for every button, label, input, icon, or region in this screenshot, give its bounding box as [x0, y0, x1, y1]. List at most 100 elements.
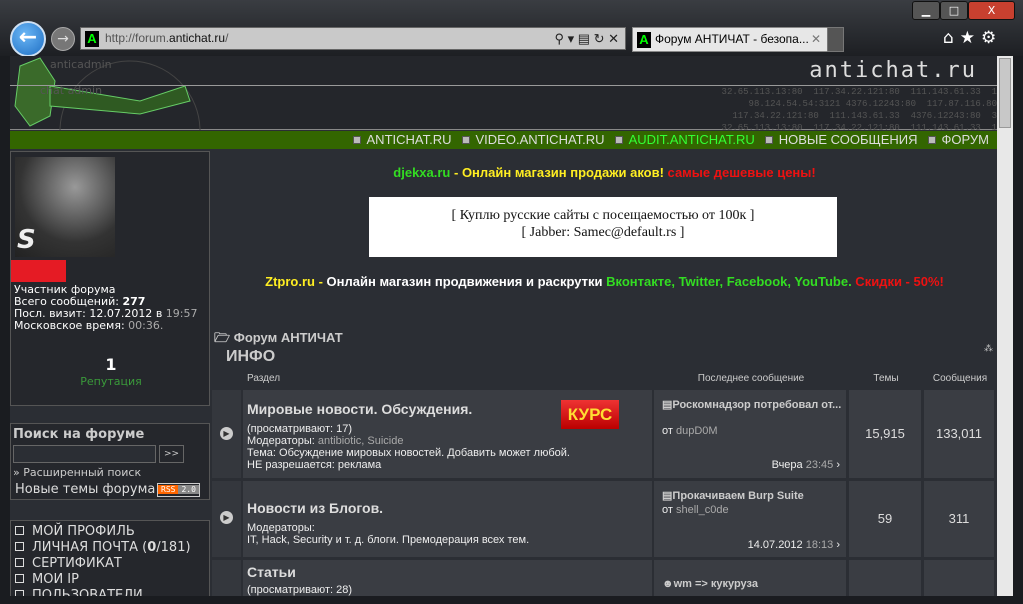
menu-item[interactable]: МОЙ ПРОФИЛЬ: [11, 524, 209, 540]
browser-chrome: ▁ □ X ← → A http://forum.antichat.ru/ ⚲ …: [0, 0, 1023, 57]
nav-item[interactable]: ФОРУМ: [927, 132, 989, 147]
username-badge: [11, 260, 66, 282]
last-post-time: 23:45: [805, 459, 834, 471]
last-post-title[interactable]: Роскомнадзор потребовал от...: [672, 399, 841, 411]
minimize-button[interactable]: ▁: [912, 1, 940, 20]
avatar-letter: S: [17, 225, 36, 255]
ad-box-line1: [ Куплю русские сайты с посещаемостью от…: [451, 208, 755, 223]
nav-label: VIDEO.ANTICHAT.RU: [475, 132, 605, 147]
nav-item[interactable]: AUDIT.ANTICHAT.RU: [614, 132, 755, 147]
url-suffix: /: [225, 31, 229, 45]
search-box: Поиск на форуме >> » Расширенный поиск Н…: [10, 423, 210, 500]
menu-item[interactable]: СЕРТИФИКАТ: [11, 556, 209, 572]
last-post-date: Вчера: [771, 459, 803, 471]
close-window-button[interactable]: X: [968, 1, 1015, 20]
ad1-site: djekxa.ru: [393, 165, 451, 180]
new-topics-link[interactable]: Новые темы форума: [15, 482, 155, 497]
new-tab-button[interactable]: [827, 27, 844, 52]
nav-bullet-icon: [614, 136, 623, 144]
forum-title[interactable]: Новости из Блогов.: [247, 500, 383, 516]
breadcrumb-label: Форум АНТИЧАТ: [233, 330, 343, 345]
nav-label: AUDIT.ANTICHAT.RU: [628, 132, 755, 147]
nav-bullet-icon: [352, 136, 361, 144]
address-bar[interactable]: A http://forum.antichat.ru/ ⚲ ▾ ▤ ↻ ✕: [80, 27, 626, 50]
reputation-label: Репутация: [80, 375, 142, 388]
nav-label: ANTICHAT.RU: [366, 132, 452, 147]
ad-djekxa[interactable]: djekxa.ru - Онлайн магазин продажи аков!…: [212, 165, 997, 180]
search-input[interactable]: [13, 445, 156, 463]
mods-label: Модераторы:: [247, 522, 315, 534]
back-button[interactable]: ←: [10, 21, 46, 57]
tab-favicon: A: [637, 32, 651, 48]
ad1-red: самые дешевые цены!: [663, 165, 816, 180]
user-avatar[interactable]: S: [15, 157, 115, 257]
from-label: от: [662, 504, 673, 516]
ad-banner-sites[interactable]: [ Куплю русские сайты с посещаемостью от…: [369, 197, 837, 257]
category-title[interactable]: ИНФО: [226, 348, 275, 366]
tab-title: Форум АНТИЧАТ - безопа...: [655, 32, 809, 46]
site-header: anticadmin chat admin antichat.ru 32.65.…: [10, 56, 997, 133]
forum-title[interactable]: Статьи: [247, 564, 296, 580]
from-label: от: [662, 425, 673, 437]
menu-item[interactable]: МОИ IP: [11, 572, 209, 588]
advanced-search-link[interactable]: » Расширенный поиск: [13, 466, 141, 479]
menu-item[interactable]: ЛИЧНАЯ ПОЧТА (0/181): [11, 540, 209, 556]
ad1-text: Онлайн магазин продажи аков!: [461, 165, 664, 180]
search-title: Поиск на форуме: [13, 427, 145, 442]
msk-time: 00:36.: [128, 319, 164, 332]
rss-button[interactable]: RSS 2.0: [157, 483, 200, 497]
checkbox-icon: [15, 574, 24, 583]
search-go-button[interactable]: >>: [159, 445, 184, 463]
col-section: Раздел: [247, 373, 281, 384]
nav-item[interactable]: НОВЫЕ СООБЩЕНИЯ: [764, 132, 918, 147]
menu-label: ПОЛЬЗОВАТЕЛИ: [32, 588, 143, 596]
rss-version: 2.0: [178, 485, 199, 494]
scrollbar-thumb[interactable]: [999, 58, 1011, 128]
mods-label: Модераторы:: [247, 435, 315, 447]
goto-post-icon[interactable]: ›: [836, 459, 840, 471]
forum-status-cell: ▶: [212, 481, 241, 557]
checkbox-icon: [15, 542, 24, 551]
forum-status-icon: ▶: [220, 427, 233, 440]
maximize-button[interactable]: □: [940, 1, 968, 20]
url-domain: antichat.ru: [169, 31, 226, 45]
visit-time: 19:57: [165, 307, 198, 320]
checkbox-icon: [15, 526, 24, 535]
forum-row: ▶ Мировые новости. Обсуждения. (просматр…: [212, 390, 997, 478]
web-page: anticadmin chat admin antichat.ru 32.65.…: [10, 56, 1013, 596]
site-logo[interactable]: antichat.ru: [809, 58, 977, 83]
vertical-scrollbar[interactable]: [997, 56, 1013, 596]
ad-ztpro[interactable]: Ztpro.ru - Онлайн магазин продвижения и …: [212, 273, 997, 290]
tab-forum[interactable]: A Форум АНТИЧАТ - безопа... ✕: [632, 27, 828, 52]
forum-title[interactable]: Мировые новости. Обсуждения.: [247, 401, 472, 417]
last-post-title[interactable]: wm => кукуруза: [674, 578, 758, 590]
last-post-user[interactable]: dupD0M: [676, 425, 718, 437]
goto-post-icon[interactable]: ›: [836, 539, 840, 551]
smiley-icon: ☻: [662, 578, 674, 590]
tab-close-icon[interactable]: ✕: [811, 28, 821, 51]
last-post-title[interactable]: Прокачиваем Burp Suite: [672, 490, 803, 502]
collapse-icon[interactable]: ⁂: [984, 344, 993, 354]
ad2-red: Скидки - 50%!: [851, 274, 944, 289]
menu-item[interactable]: ПОЛЬЗОВАТЕЛИ: [11, 588, 209, 596]
mods-list[interactable]: antibiotic, Suicide: [318, 435, 404, 447]
forum-viewing: (просматривают: 17): [247, 423, 352, 435]
forum-description: IT, Hack, Security и т. д. блоги. Премод…: [247, 534, 530, 546]
menu-label: СЕРТИФИКАТ: [32, 556, 122, 571]
forum-description: Тема: Обсуждение мировых новостей. Добав…: [247, 447, 570, 459]
nav-item[interactable]: VIDEO.ANTICHAT.RU: [461, 132, 605, 147]
checkbox-icon: [15, 558, 24, 567]
last-post-user[interactable]: shell_c0de: [676, 504, 729, 516]
kurs-banner[interactable]: КУРС: [561, 400, 619, 429]
nav-item[interactable]: ANTICHAT.RU: [352, 132, 452, 147]
nav-bullet-icon: [927, 136, 936, 144]
forum-info-cell: Статьи (просматривают: 28): [243, 560, 652, 596]
last-post-time: 18:13: [805, 539, 834, 551]
url-prefix: http://forum.: [105, 31, 170, 45]
topics-count: 15,915: [849, 390, 921, 478]
reputation-value: 1: [105, 355, 117, 374]
forward-button[interactable]: →: [51, 27, 75, 51]
search-refresh-stop-icons[interactable]: ⚲ ▾ ▤ ↻ ✕: [554, 28, 619, 49]
wireframe-man-logo: anticadmin chat admin: [14, 57, 201, 130]
home-favorites-tools-icons[interactable]: ⌂★⚙: [943, 28, 1002, 48]
